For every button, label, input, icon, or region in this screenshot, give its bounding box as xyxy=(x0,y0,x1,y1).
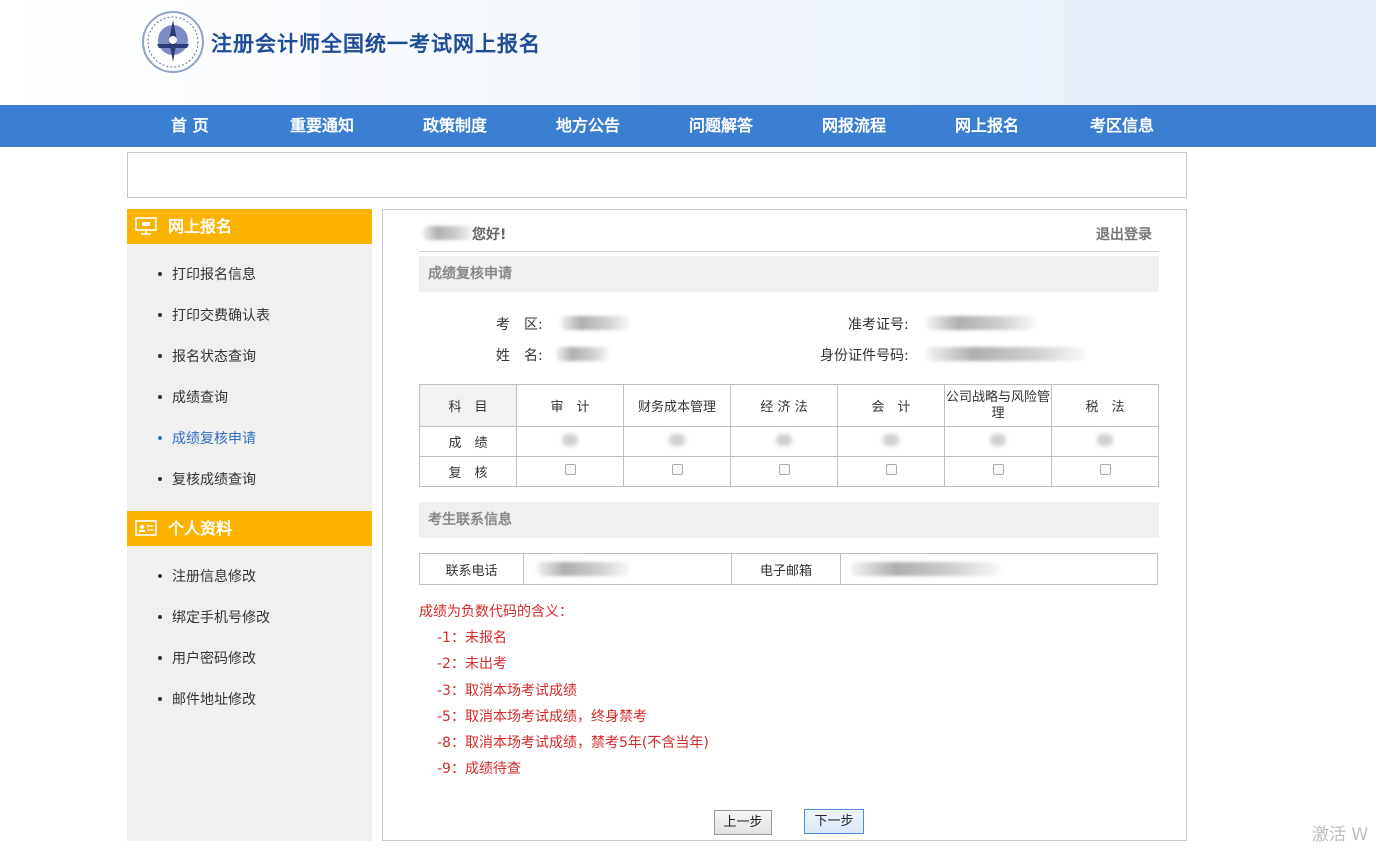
email-label: 电子邮箱 xyxy=(731,553,841,585)
nav-important-notices[interactable]: 重要通知 xyxy=(290,105,354,147)
review-cell xyxy=(944,456,1052,487)
subject-header: 会 计 xyxy=(837,384,945,427)
notes-title: 成绩为负数代码的含义： xyxy=(419,604,573,620)
activation-watermark: 激活 W xyxy=(1312,825,1369,845)
table-header: 科 目 xyxy=(419,384,517,427)
redacted-ticket-number xyxy=(926,316,1036,330)
redacted-exam-area xyxy=(560,316,630,330)
review-cell xyxy=(623,456,731,487)
score-cell xyxy=(1051,426,1159,457)
id-card-icon xyxy=(135,519,157,537)
note-item: -5：取消本场考试成绩，终身禁考 xyxy=(437,709,647,725)
row-label: 成 绩 xyxy=(419,426,517,457)
note-item: -2：未出考 xyxy=(437,656,507,672)
sidebar-item-print-fee-confirmation[interactable]: 打印交费确认表 xyxy=(158,306,270,326)
row-label: 复 核 xyxy=(419,456,517,487)
note-item: -3：取消本场考试成绩 xyxy=(437,683,577,699)
score-cell xyxy=(944,426,1052,457)
nav-exam-area-info[interactable]: 考区信息 xyxy=(1090,105,1154,147)
id-number-label: 身份证件号码: xyxy=(820,348,909,364)
sidebar-item-review-result-query[interactable]: 复核成绩查询 xyxy=(158,470,256,490)
score-cell xyxy=(623,426,731,457)
ticket-number-label: 准考证号: xyxy=(848,317,909,333)
note-item: -9：成绩待查 xyxy=(437,761,521,777)
monitor-icon xyxy=(135,217,157,235)
nav-process[interactable]: 网报流程 xyxy=(822,105,886,147)
redacted-id-number xyxy=(926,347,1086,361)
phone-value xyxy=(523,553,732,585)
sidebar-item-score-query[interactable]: 成绩查询 xyxy=(158,388,228,408)
note-item: -8：取消本场考试成绩，禁考5年(不含当年) xyxy=(437,735,709,751)
sidebar-item-edit-registration[interactable]: 注册信息修改 xyxy=(158,567,256,587)
phone-label: 联系电话 xyxy=(419,553,524,585)
cicpa-logo-icon[interactable] xyxy=(141,10,205,74)
score-cell xyxy=(837,426,945,457)
score-cell xyxy=(516,426,624,457)
main-nav: 首 页 重要通知 政策制度 地方公告 问题解答 网报流程 网上报名 考区信息 xyxy=(0,105,1376,147)
sidebar-item-signup-status[interactable]: 报名状态查询 xyxy=(158,347,256,367)
redacted-username xyxy=(422,226,474,240)
contact-table: 联系电话 电子邮箱 xyxy=(419,553,1158,585)
sidebar-item-print-signup-info[interactable]: 打印报名信息 xyxy=(158,265,256,285)
redacted-name xyxy=(556,347,610,361)
review-checkbox[interactable] xyxy=(778,464,790,475)
sidebar-item-score-review-application[interactable]: 成绩复核申请 xyxy=(158,429,256,449)
nav-online-signup[interactable]: 网上报名 xyxy=(955,105,1019,147)
nav-home[interactable]: 首 页 xyxy=(171,105,209,147)
score-cell xyxy=(730,426,838,457)
subject-header: 经 济 法 xyxy=(730,384,838,427)
site-title: 注册会计师全国统一考试网上报名 xyxy=(211,32,541,56)
review-checkbox[interactable] xyxy=(564,464,576,475)
greeting-text: 您好! xyxy=(472,227,507,243)
next-step-button[interactable]: 下一步 xyxy=(804,809,864,834)
sidebar-head-label: 个人资料 xyxy=(168,519,233,538)
review-checkbox[interactable] xyxy=(885,464,897,475)
note-item: -1：未报名 xyxy=(437,630,507,646)
nav-faq[interactable]: 问题解答 xyxy=(689,105,753,147)
sidebar-head-online-signup: 网上报名 xyxy=(127,209,372,244)
exam-area-label: 考 区: xyxy=(496,317,543,333)
review-checkbox[interactable] xyxy=(671,464,683,475)
subject-header: 财务成本管理 xyxy=(623,384,731,427)
nav-policies[interactable]: 政策制度 xyxy=(423,105,487,147)
review-checkbox[interactable] xyxy=(992,464,1004,475)
subject-header: 审 计 xyxy=(516,384,624,427)
sidebar-head-label: 网上报名 xyxy=(168,217,233,236)
sidebar: 网上报名 打印报名信息 打印交费确认表 报名状态查询 成绩查询 成绩复核申请 复… xyxy=(127,209,372,841)
subject-header: 税 法 xyxy=(1051,384,1159,427)
name-label: 姓 名: xyxy=(496,348,543,364)
sidebar-item-edit-email[interactable]: 邮件地址修改 xyxy=(158,690,256,710)
email-value xyxy=(840,553,1158,585)
divider xyxy=(419,251,1159,252)
subject-header: 公司战略与风险管理 xyxy=(944,384,1052,427)
score-table: 科 目 审 计 财务成本管理 经 济 法 会 计 公司战略与风险管理 税 法 成… xyxy=(419,384,1159,487)
sidebar-item-edit-password[interactable]: 用户密码修改 xyxy=(158,649,256,669)
site-header: 注册会计师全国统一考试网上报名 xyxy=(0,0,1376,105)
nav-local-announcements[interactable]: 地方公告 xyxy=(556,105,620,147)
sidebar-head-profile: 个人资料 xyxy=(127,511,372,546)
review-checkbox[interactable] xyxy=(1099,464,1111,475)
section-title-review: 成绩复核申请 xyxy=(419,256,1159,292)
sidebar-item-edit-phone[interactable]: 绑定手机号修改 xyxy=(158,608,270,628)
review-cell xyxy=(516,456,624,487)
section-title-contact: 考生联系信息 xyxy=(419,502,1159,538)
logout-link[interactable]: 退出登录 xyxy=(1096,224,1152,244)
review-cell xyxy=(837,456,945,487)
review-cell xyxy=(1051,456,1159,487)
review-cell xyxy=(730,456,838,487)
prev-step-button[interactable]: 上一步 xyxy=(714,810,772,835)
notice-banner xyxy=(127,152,1187,198)
